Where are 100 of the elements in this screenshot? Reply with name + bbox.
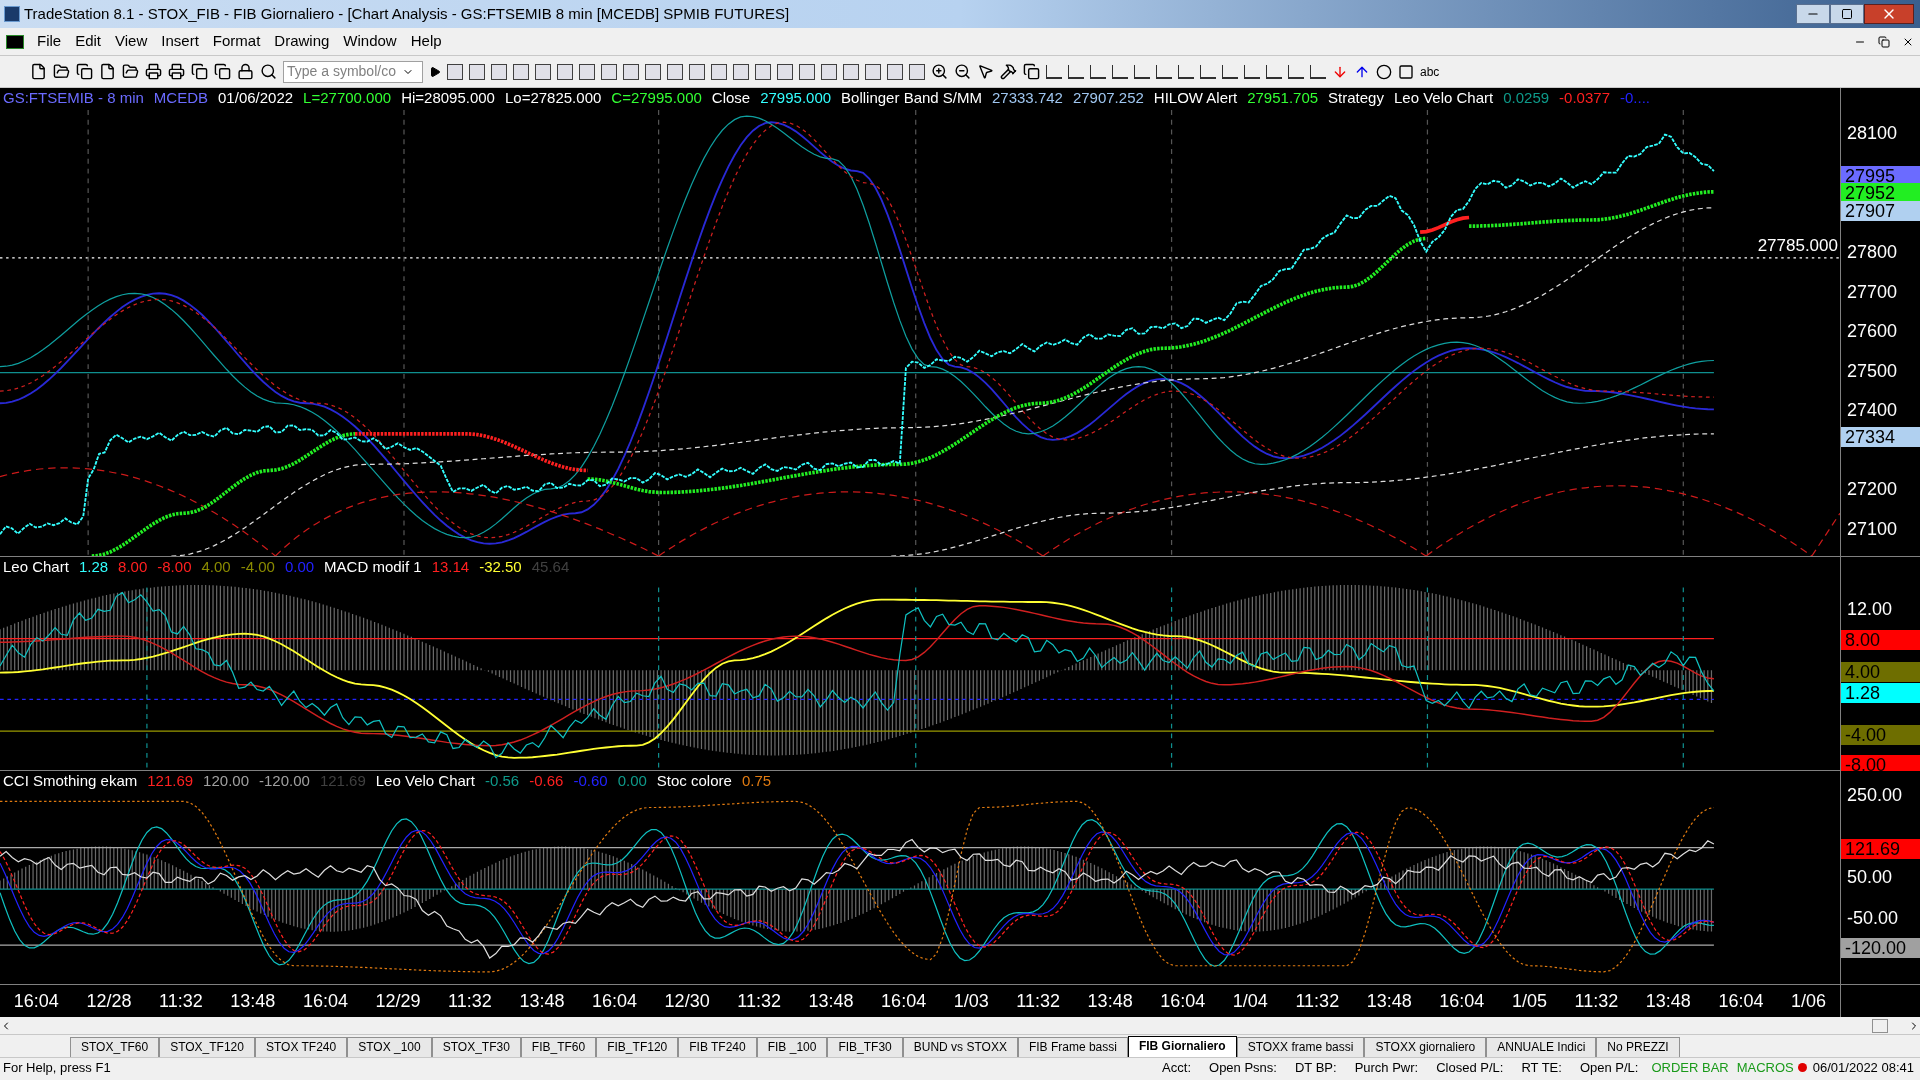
hammer-icon[interactable] [1000,63,1017,80]
sheet-tab[interactable]: ANNUALE Indici [1486,1037,1597,1057]
status-field: Open Psns: [1200,1057,1286,1078]
zoom-in-icon[interactable] [931,63,948,80]
sheet-tab[interactable]: STOXX giornaliero [1364,1037,1487,1057]
sheet-tab[interactable]: BUND vs STOXX [902,1037,1018,1057]
folder-icon[interactable] [122,63,139,80]
legend-value: MACD modif 1 [324,557,422,577]
play-icon[interactable] [429,65,441,78]
pointer-icon[interactable] [977,63,994,80]
printer-icon[interactable] [145,63,162,80]
printer-icon[interactable] [168,63,185,80]
ellipse-icon[interactable] [1376,63,1392,80]
toolbar-icon[interactable] [513,63,529,80]
symbol-field[interactable]: Type a symbol/co [283,60,423,83]
toolbar-icon[interactable] [777,63,793,80]
toolbar-icon[interactable] [667,63,683,80]
window-icon[interactable] [191,63,208,80]
maximize-icon [1841,8,1853,20]
legend-value: 0.0259 [1503,88,1550,108]
toolbar-icon[interactable] [799,63,815,80]
search-icon[interactable] [260,63,277,80]
toolbar-icon[interactable] [557,63,573,80]
window-icon[interactable] [1023,63,1040,80]
axis-tick-label: 28100 [1847,123,1898,143]
lock-icon[interactable] [237,63,254,80]
sheet-tab[interactable]: FIB TF240 [678,1037,757,1057]
drawing-tool-icon[interactable] [1178,64,1194,79]
toolbar-icon[interactable] [821,63,837,80]
toolbar-icon[interactable] [733,63,749,80]
drawing-tool-icon[interactable] [1244,64,1260,79]
toolbar-icon[interactable] [645,63,661,80]
close-button[interactable] [1864,4,1914,24]
copy-icon[interactable] [76,63,93,80]
toolbar-icon[interactable] [469,63,485,80]
toolbar-icon[interactable] [711,63,727,80]
drawing-tool-icon[interactable] [1112,64,1128,79]
legend-value: 27907.252 [1072,88,1144,108]
toolbar-icon[interactable] [623,63,639,80]
minimize-button[interactable] [1796,4,1830,24]
time-label: 16:04 [302,989,348,1013]
scroll-thumb[interactable] [1872,1018,1888,1033]
menu-item[interactable]: Help [403,30,449,53]
sheet-tab[interactable]: STOX_TF30 [431,1037,521,1057]
drawing-tool-icon[interactable] [1222,64,1238,79]
drawing-tool-icon[interactable] [1068,64,1084,79]
zoom-out-icon[interactable] [954,63,971,80]
sheet-tab[interactable]: STOX_TF120 [159,1037,255,1057]
sheet-tab[interactable]: FIB Frame bassi [1017,1037,1128,1057]
time-label: 16:04 [881,989,927,1013]
drawing-tool-icon[interactable] [1200,64,1216,79]
legend-value: -8.00 [157,557,192,577]
sheet-tab[interactable]: No PREZZI [1596,1037,1680,1057]
menu-item[interactable]: Window [336,30,404,53]
horizontal-scrollbar[interactable] [0,1017,1920,1035]
toolbar-icon[interactable] [909,63,925,80]
drawing-tool-icon[interactable] [1046,64,1062,79]
toolbar-icon[interactable] [887,63,903,80]
time-label: 1/05 [1511,989,1547,1013]
legend-value: Lo=27825.000 [504,88,602,108]
drawing-tool-icon[interactable] [1134,64,1150,79]
window-icon[interactable] [214,63,231,80]
drawing-tool-icon[interactable] [1288,64,1304,79]
toolbar-icon[interactable] [601,63,617,80]
sheet-tab[interactable]: STOXX frame bassi [1236,1037,1365,1057]
toolbar-icon[interactable] [491,63,507,80]
menu-item[interactable]: View [108,30,155,53]
new-file-icon[interactable] [30,63,47,80]
menu-item[interactable]: Drawing [267,30,337,53]
legend-value: HILOW Alert [1153,88,1238,108]
toolbar-icon[interactable] [535,63,551,80]
menu-item[interactable]: Edit [68,30,109,53]
sheet-tab[interactable]: FIB Giornaliero [1127,1036,1237,1057]
toolbar-icon[interactable] [579,63,595,80]
rectangle-icon[interactable] [1398,63,1414,80]
sheet-tab[interactable]: STOX_TF60 [70,1037,160,1057]
sheet-tab[interactable]: FIB_TF120 [596,1037,679,1057]
folder-icon[interactable] [53,63,70,80]
window-title: TradeStation 8.1 - STOX_FIB - FIB Giornaliero - [Chart Analysis - GS:FTSEMIB 8 min [MCEDB] SPMIB FUTURES] [24,3,791,24]
drawing-tool-icon[interactable] [1090,64,1106,79]
toolbar-icon[interactable] [755,63,771,80]
drawing-tool-icon[interactable] [1310,64,1326,79]
drawing-tool-icon[interactable] [1266,64,1282,79]
menu-item[interactable]: Insert [154,30,206,53]
restore-icon[interactable] [1878,35,1890,48]
toolbar-icon[interactable] [843,63,859,80]
sheet-tab[interactable]: FIB_TF30 [827,1037,903,1057]
toolbar-icon[interactable] [689,63,705,80]
sheet-tab[interactable]: STOX TF240 [254,1037,348,1057]
sheet-tab[interactable]: FIB _100 [756,1037,828,1057]
drawing-tool-icon[interactable] [1156,64,1172,79]
maximize-button[interactable] [1830,4,1864,24]
text-tool-button[interactable]: abc [1420,62,1440,81]
menu-item[interactable]: File [30,30,69,53]
page-icon[interactable] [99,63,116,80]
sheet-tab[interactable]: FIB_TF60 [520,1037,597,1057]
sheet-tab[interactable]: STOX _100 [347,1037,432,1057]
toolbar-icon[interactable] [447,63,463,80]
toolbar-icon[interactable] [865,63,881,80]
menu-item[interactable]: Format [205,30,268,53]
